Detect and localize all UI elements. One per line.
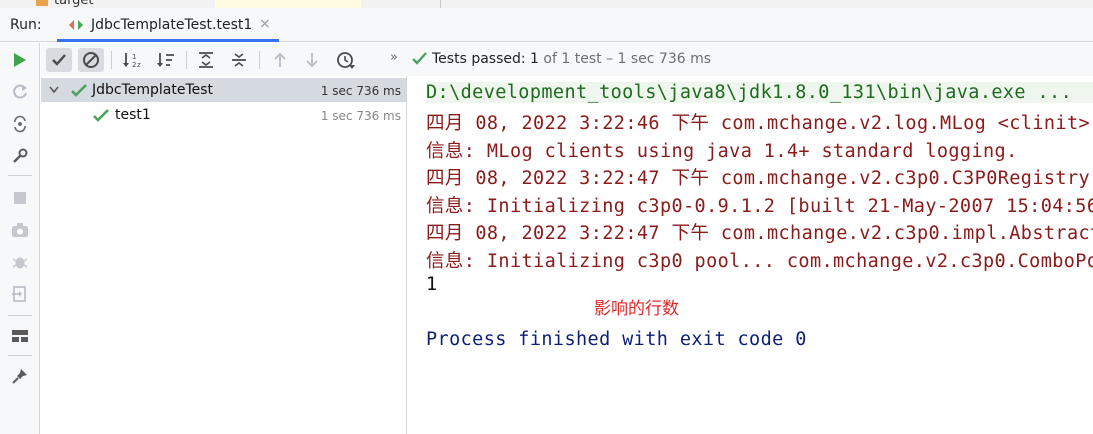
close-tab-icon[interactable]: × (259, 16, 271, 32)
tree-row-jdbctemplatetest[interactable]: JdbcTemplateTest 1 sec 736 ms (41, 78, 406, 102)
tree-item-label: test1 (115, 107, 151, 123)
show-ignored-icon[interactable] (78, 48, 104, 72)
status-total-text: of 1 test – 1 sec 736 ms (543, 51, 712, 67)
run-icon[interactable] (9, 49, 31, 71)
divider (440, 0, 441, 8)
console-log-line: 四月 08, 2022 3:22:46 下午 com.mchange.v2.lo… (426, 113, 1091, 134)
more-actions-icon[interactable]: » (390, 50, 398, 65)
next-failed-icon[interactable] (299, 48, 325, 72)
console-log-line: 四月 08, 2022 3:22:47 下午 com.mchange.v2.c3… (426, 223, 1093, 244)
folder-icon (36, 0, 48, 6)
passed-check-icon (412, 52, 427, 65)
sort-alpha-icon[interactable]: 12z (119, 48, 145, 72)
toolbar-separator (8, 175, 32, 176)
passed-check-icon (93, 109, 109, 122)
passed-check-icon (71, 84, 87, 97)
console-exit-line: Process finished with exit code 0 (426, 329, 807, 350)
layout-icon[interactable] (9, 325, 31, 347)
editor-area-remnant (215, 0, 361, 8)
svg-text:2: 2 (132, 61, 136, 69)
sort-duration-icon[interactable] (153, 48, 179, 72)
junit-config-icon (69, 20, 83, 30)
tree-item-duration: 1 sec 736 ms (320, 109, 401, 123)
toolbar-separator (111, 51, 112, 69)
exit-icon[interactable] (9, 283, 31, 305)
debug-bug-icon[interactable] (9, 251, 31, 273)
rerun-failed-icon[interactable] (9, 81, 31, 103)
target-folder-item[interactable]: target (36, 0, 94, 8)
test-status-summary: Tests passed: 1 of 1 test – 1 sec 736 ms (412, 51, 711, 67)
status-passed-text: Tests passed: (432, 51, 526, 67)
test-results-tree: JdbcTemplateTest 1 sec 736 ms test1 1 se… (41, 76, 407, 434)
pin-icon[interactable] (9, 365, 31, 387)
camera-icon[interactable] (9, 219, 31, 241)
toolbar-separator (259, 51, 260, 69)
console-log-line: 信息: Initializing c3p0-0.9.1.2 [built 21-… (426, 196, 1093, 217)
collapse-all-icon[interactable] (226, 48, 252, 72)
run-label: Run: (10, 17, 42, 33)
toggle-auto-test-icon[interactable] (9, 113, 31, 135)
toolbar-separator (8, 355, 32, 356)
run-tab-jdbctemplatetest-test1[interactable]: JdbcTemplateTest.test1 × (57, 8, 279, 42)
chevron-down-icon[interactable] (49, 86, 59, 94)
svg-text:1: 1 (132, 53, 136, 61)
toolbar-separator (186, 51, 187, 69)
svg-text:z: z (137, 61, 141, 69)
project-tree-remnant: target (0, 0, 1093, 8)
show-passed-icon[interactable] (46, 48, 72, 72)
toolbar-separator (8, 315, 32, 316)
affected-rows-annotation: 影响的行数 (594, 299, 679, 319)
test-history-icon[interactable] (333, 48, 359, 72)
console-log-line: 四月 08, 2022 3:22:47 下午 com.mchange.v2.c3… (426, 168, 1091, 189)
run-tool-window-header: Run: JdbcTemplateTest.test1 × (0, 8, 1093, 42)
console-output[interactable]: D:\development_tools\java8\jdk1.8.0_131\… (408, 76, 1093, 434)
console-command-line: D:\development_tools\java8\jdk1.8.0_131\… (426, 82, 1093, 103)
tree-row-test1[interactable]: test1 1 sec 736 ms (41, 103, 406, 127)
test-runner-toolbar: 12z » Tests passed: 1 of 1 test – 1 sec … (41, 43, 1093, 76)
tree-item-duration: 1 sec 736 ms (320, 84, 401, 98)
console-log-line: 信息: Initializing c3p0 pool... com.mchang… (426, 251, 1093, 272)
stop-icon[interactable] (9, 187, 31, 209)
previous-failed-icon[interactable] (267, 48, 293, 72)
run-tab-label: JdbcTemplateTest.test1 (91, 17, 253, 33)
target-folder-label: target (54, 0, 94, 8)
run-left-toolbar (0, 43, 40, 434)
wrench-icon[interactable] (9, 145, 31, 167)
console-log-line: 信息: MLog clients using java 1.4+ standar… (426, 141, 1018, 162)
status-passed-count: 1 (530, 51, 539, 67)
console-output-line: 1 (426, 274, 438, 295)
tree-item-label: JdbcTemplateTest (92, 82, 214, 98)
expand-all-icon[interactable] (193, 48, 219, 72)
